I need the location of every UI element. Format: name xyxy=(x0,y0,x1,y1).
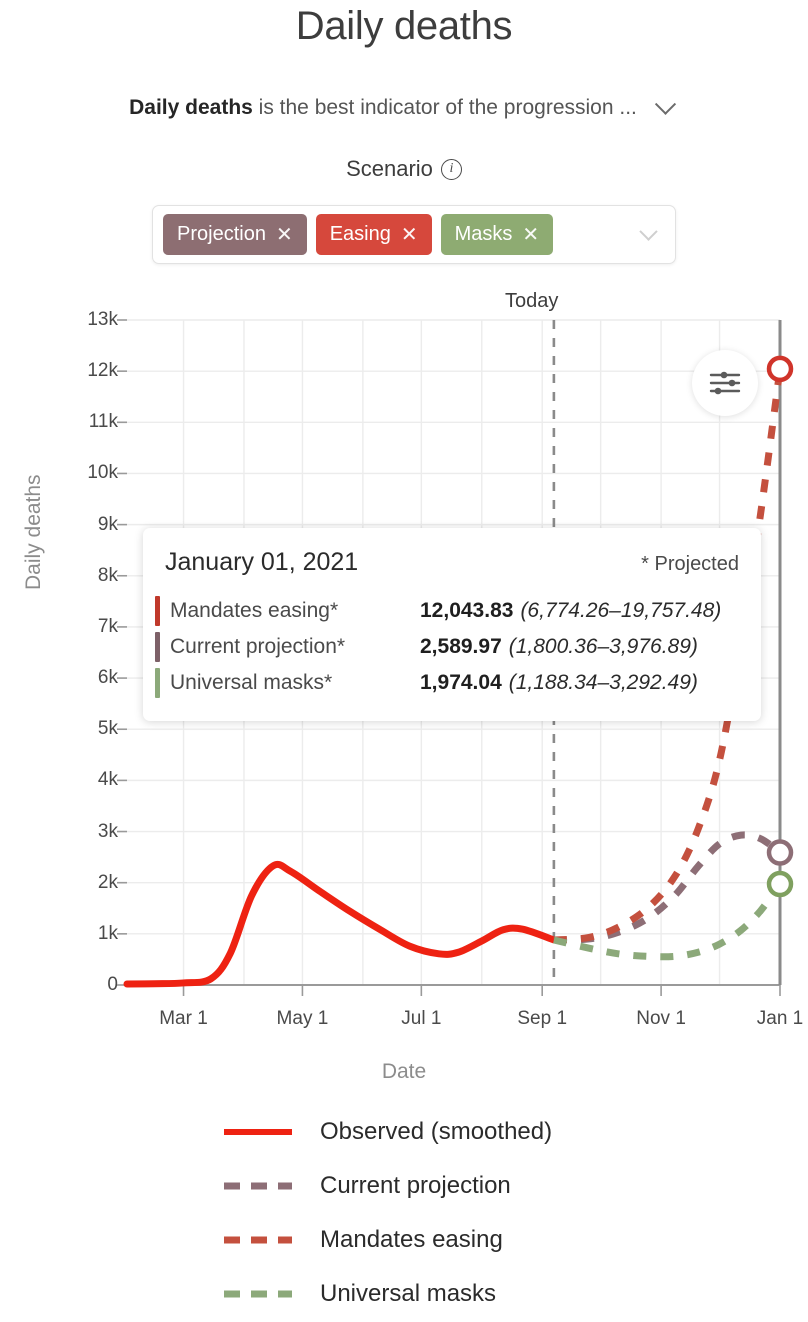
tooltip-row: Current projection* 2,589.97 (1,800.36–3… xyxy=(155,629,739,665)
chart-tooltip: January 01, 2021 * Projected Mandates ea… xyxy=(143,528,761,721)
tooltip-header: January 01, 2021 * Projected xyxy=(155,548,739,577)
tooltip-projected-note: * Projected xyxy=(641,553,739,575)
chart-legend: Observed (smoothed) Current projection M… xyxy=(0,1105,808,1321)
pill-label: Masks xyxy=(454,223,513,245)
pill-label: Easing xyxy=(329,223,391,245)
sliders-icon xyxy=(709,371,741,395)
tooltip-date: January 01, 2021 xyxy=(165,548,359,576)
legend-label: Universal masks xyxy=(320,1280,497,1307)
tooltip-series-value: 2,589.97 xyxy=(420,635,502,658)
pill-label: Projection xyxy=(177,223,266,245)
subtitle-row: Daily deaths is the best indicator of th… xyxy=(0,93,808,123)
scenario-row: Scenario i xyxy=(0,156,808,182)
info-icon[interactable]: i xyxy=(440,158,462,180)
legend-item[interactable]: Mandates easing xyxy=(0,1213,808,1267)
legend-item[interactable]: Current projection xyxy=(0,1159,808,1213)
series-color-swatch xyxy=(155,668,160,698)
subtitle-rest: is the best indicator of the progression… xyxy=(252,96,637,119)
legend-swatch-universal-masks xyxy=(224,1290,292,1298)
close-icon[interactable]: ✕ xyxy=(401,222,418,247)
close-icon[interactable]: ✕ xyxy=(276,222,293,247)
chart-settings-button[interactable] xyxy=(692,350,758,416)
subtitle-bold: Daily deaths xyxy=(129,96,253,119)
legend-item[interactable]: Observed (smoothed) xyxy=(0,1105,808,1159)
series-color-swatch xyxy=(155,632,160,662)
scenario-dropdown-chevron-down-icon[interactable] xyxy=(631,218,665,252)
chevron-down-icon[interactable] xyxy=(653,93,679,121)
scenario-pill-masks[interactable]: Masks ✕ xyxy=(440,214,554,255)
tooltip-series-name: Mandates easing* xyxy=(170,599,339,622)
tooltip-series-name: Current projection* xyxy=(170,635,346,658)
tooltip-row: Mandates easing* 12,043.83 (6,774.26–19,… xyxy=(155,593,739,629)
tooltip-series-interval: (6,774.26–19,757.48) xyxy=(520,599,722,622)
tooltip-series-value: 1,974.04 xyxy=(420,671,502,694)
close-icon[interactable]: ✕ xyxy=(522,222,539,247)
tooltip-row: Universal masks* 1,974.04 (1,188.34–3,29… xyxy=(155,665,739,701)
scenario-pill-easing[interactable]: Easing ✕ xyxy=(315,214,432,255)
tooltip-series-interval: (1,800.36–3,976.89) xyxy=(508,635,698,658)
subtitle-text: Daily deaths is the best indicator of th… xyxy=(129,93,637,123)
legend-label: Observed (smoothed) xyxy=(320,1118,553,1145)
legend-swatch-observed xyxy=(224,1129,292,1135)
tooltip-series-value: 12,043.83 xyxy=(420,599,514,622)
scenario-label: Scenario xyxy=(346,156,433,181)
scenario-pill-projection[interactable]: Projection ✕ xyxy=(163,214,307,255)
x-axis-title: Date xyxy=(381,1060,427,1083)
series-color-swatch xyxy=(155,596,160,626)
tooltip-series-interval: (1,188.34–3,292.49) xyxy=(508,671,698,694)
legend-item[interactable]: Universal masks xyxy=(0,1267,808,1321)
tooltip-series-name: Universal masks* xyxy=(170,671,333,694)
scenario-selector[interactable]: Projection ✕ Easing ✕ Masks ✕ xyxy=(152,205,676,264)
legend-label: Mandates easing xyxy=(320,1226,503,1253)
legend-swatch-current-projection xyxy=(224,1182,292,1190)
legend-swatch-mandates-easing xyxy=(224,1236,292,1244)
daily-deaths-chart-page: Daily deaths Daily deaths is the best in… xyxy=(0,0,808,1322)
legend-label: Current projection xyxy=(320,1172,511,1199)
page-title: Daily deaths xyxy=(295,4,513,48)
